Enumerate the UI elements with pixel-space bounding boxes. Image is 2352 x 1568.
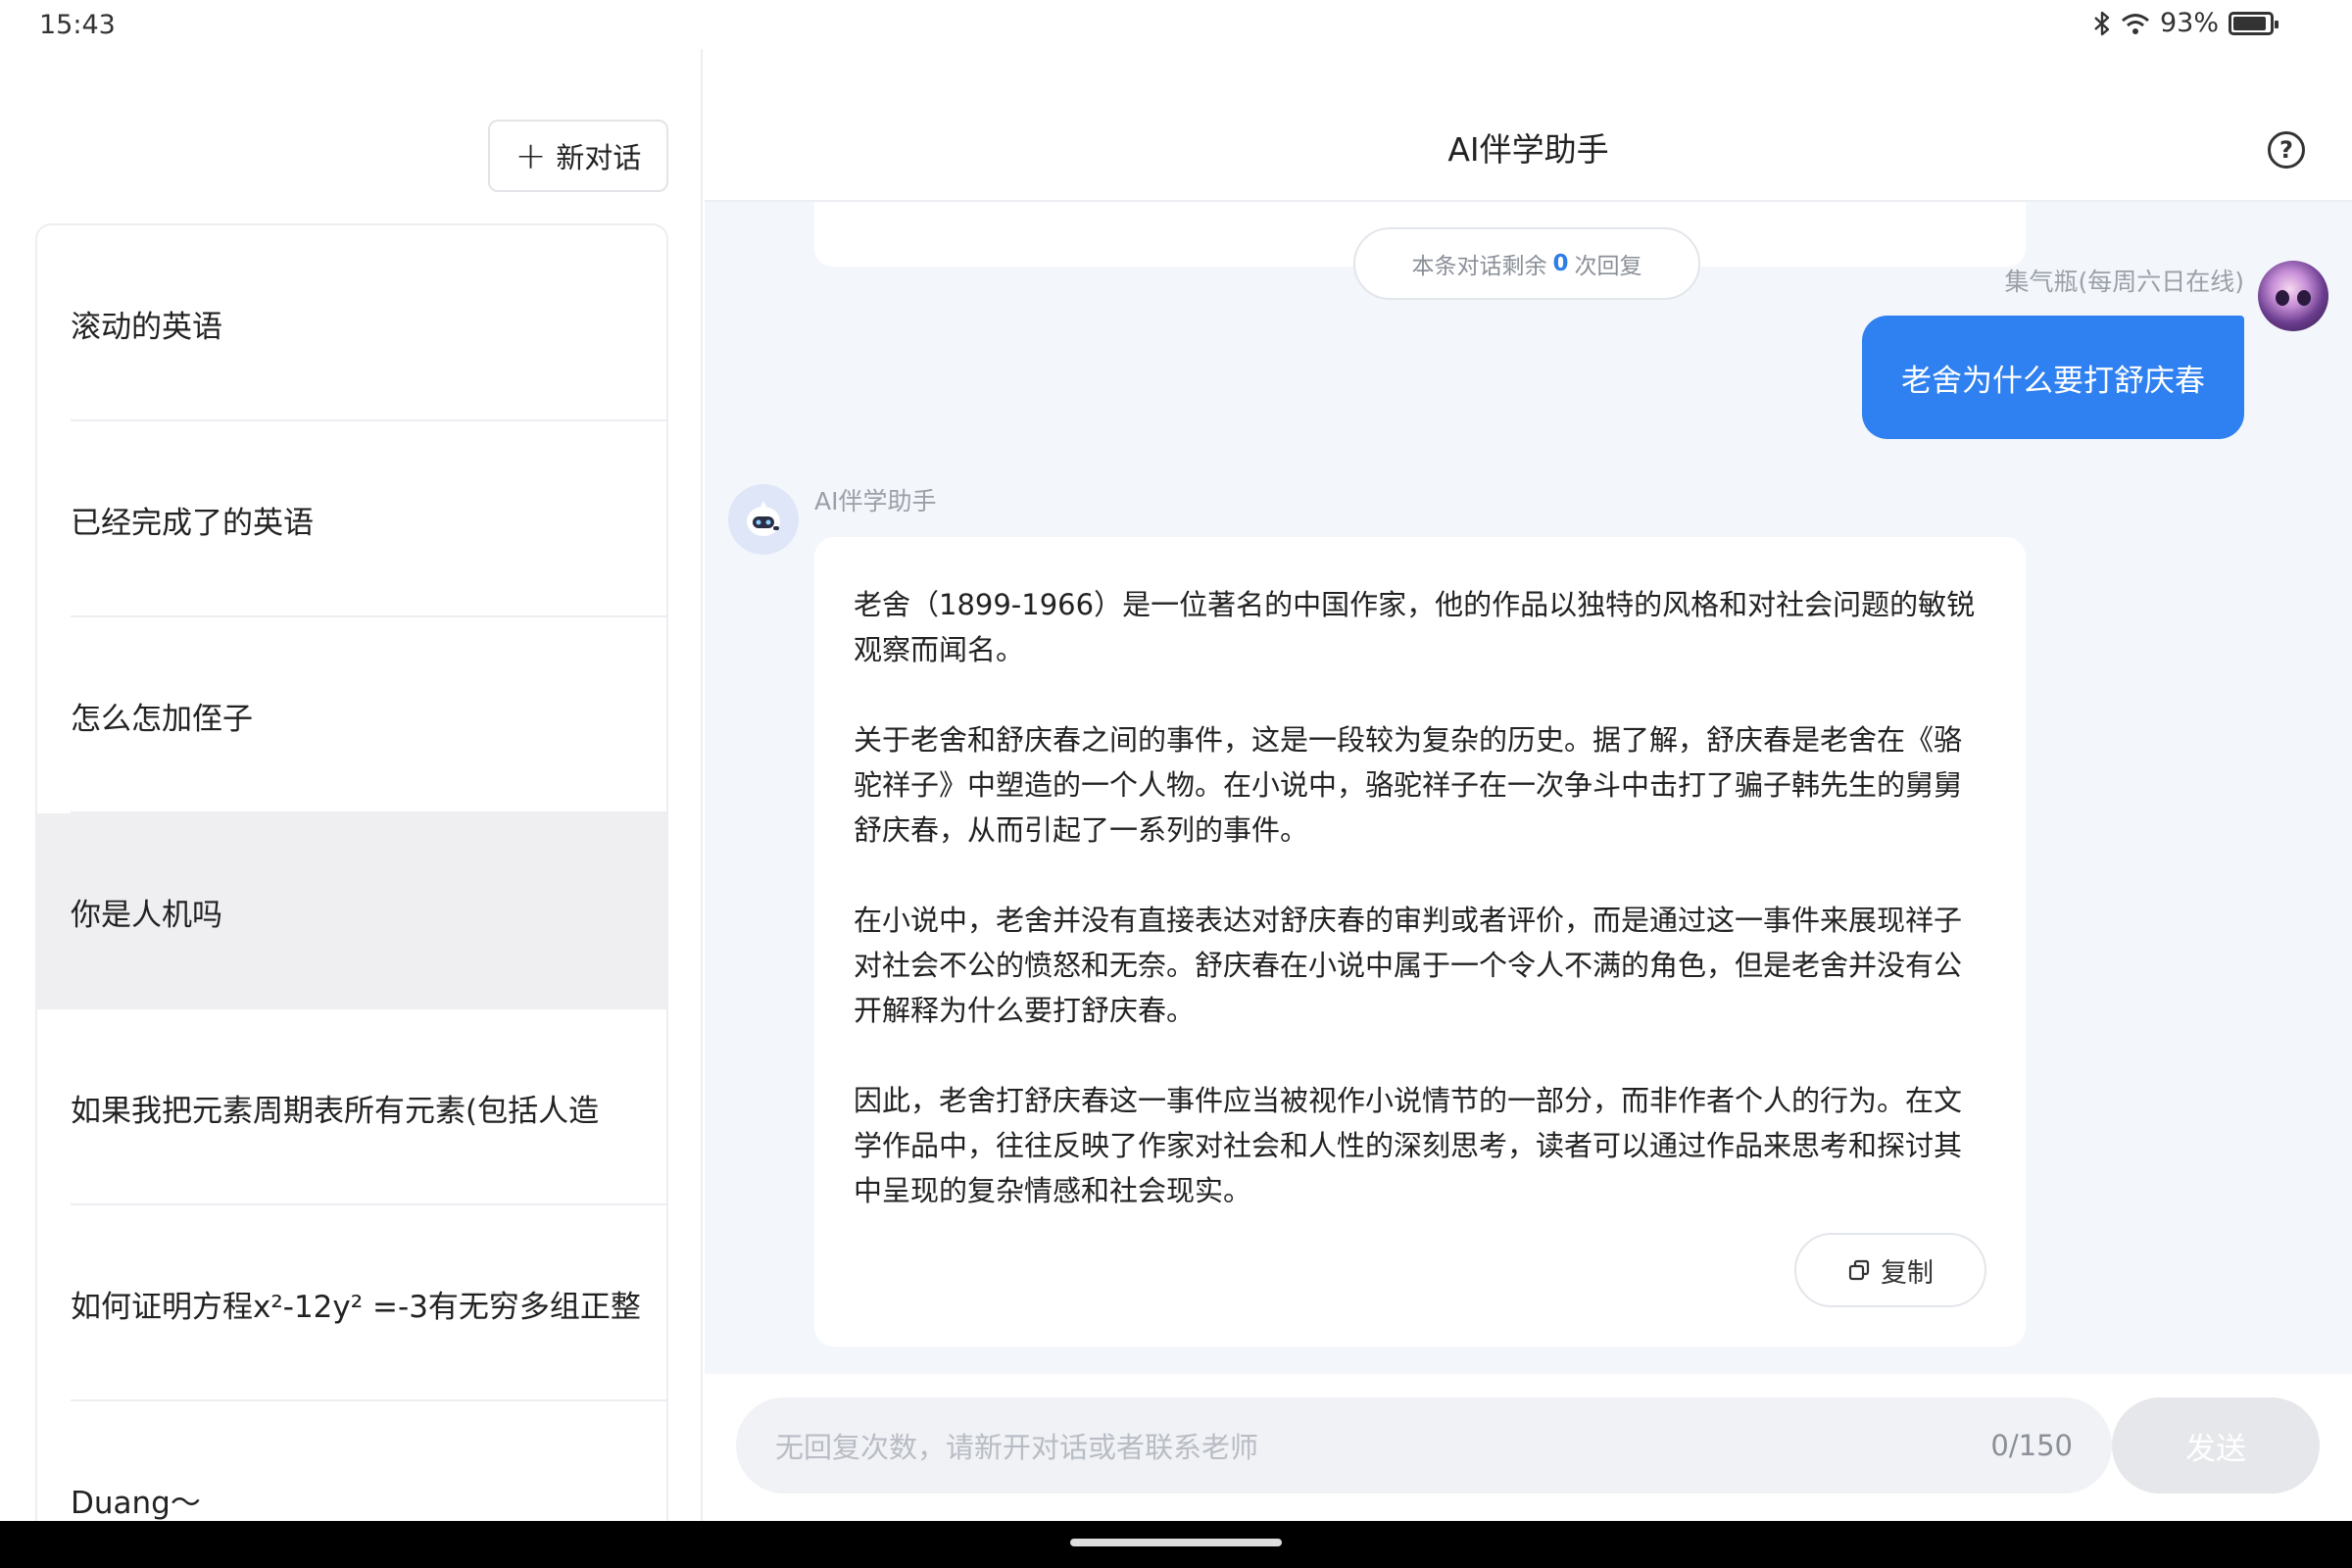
conversation-title: 滚动的英语 (71, 309, 222, 345)
user-name: 集气瓶(每周六日在线) (2004, 268, 2244, 296)
conversation-item[interactable]: 滚动的英语 (37, 225, 666, 421)
new-chat-label: 新对话 (556, 141, 642, 174)
new-chat-button[interactable]: + 新对话 (488, 120, 668, 192)
status-icons: 93% (2093, 8, 2278, 38)
conversation-sidebar: + 新对话 滚动的英语 已经完成了的英语 怎么怎加侄子 你是人机吗 如果我把元素… (0, 49, 703, 1521)
conversation-item[interactable]: 如何证明方程x²-12y² =-3有无穷多组正整 (37, 1205, 666, 1401)
remaining-prefix: 本条对话剩余 (1411, 254, 1547, 279)
battery-percent: 93% (2159, 8, 2219, 38)
status-time: 15:43 (39, 10, 116, 40)
conversation-item[interactable]: Duang～ (37, 1401, 666, 1521)
bot-name: AI伴学助手 (814, 487, 937, 515)
bot-message-paragraph: 因此，老舍打舒庆春这一事件应当被视作小说情节的一部分，而非作者个人的行为。在文学… (854, 1084, 1963, 1207)
send-button[interactable]: 发送 (2112, 1397, 2320, 1494)
conversation-list: 滚动的英语 已经完成了的英语 怎么怎加侄子 你是人机吗 如果我把元素周期表所有元… (35, 223, 668, 1521)
avatar-eye (2297, 290, 2311, 306)
conversation-title: 如果我把元素周期表所有元素(包括人造 (71, 1093, 600, 1129)
bot-message-paragraph: 老舍（1899-1966）是一位著名的中国作家，他的作品以独特的风格和对社会问题… (854, 588, 1976, 666)
conversation-item-active[interactable]: 你是人机吗 (37, 813, 666, 1009)
plus-icon: + (514, 134, 547, 177)
help-icon[interactable]: ? (2268, 131, 2305, 169)
wifi-icon (2122, 13, 2149, 34)
conversation-item[interactable]: 如果我把元素周期表所有元素(包括人造 (37, 1009, 666, 1205)
home-indicator[interactable] (1070, 1539, 1282, 1546)
bluetooth-icon (2094, 11, 2110, 35)
system-nav-bar (0, 1521, 2352, 1568)
conversation-title: Duang～ (71, 1485, 201, 1521)
bot-message-paragraph: 关于老舍和舒庆春之间的事件，这是一段较为复杂的历史。据了解，舒庆春是老舍在《骆驼… (854, 723, 1963, 847)
conversation-title: 怎么怎加侄子 (71, 701, 253, 737)
composer: 无回复次数，请新开对话或者联系老师 0/150 发送 (705, 1374, 2352, 1521)
user-avatar[interactable] (2258, 261, 2328, 331)
bot-message-paragraph: 在小说中，老舍并没有直接表达对舒庆春的审判或者评价，而是通过这一事件来展现祥子对… (854, 904, 1963, 1027)
conversation-title: 你是人机吗 (71, 897, 222, 933)
battery-fill (2233, 16, 2267, 30)
bot-avatar (728, 484, 799, 555)
message-input[interactable]: 无回复次数，请新开对话或者联系老师 0/150 (736, 1397, 2112, 1494)
remaining-count: 0 (1552, 251, 1569, 276)
remaining-suffix: 次回复 (1574, 254, 1642, 279)
bot-message-bubble: 老舍（1899-1966）是一位著名的中国作家，他的作品以独特的风格和对社会问题… (814, 537, 2026, 1347)
copy-button[interactable]: 复制 (1794, 1233, 1986, 1307)
copy-label: 复制 (1881, 1257, 1934, 1289)
char-counter: 0/150 (1990, 1429, 2073, 1462)
copy-icon (1848, 1259, 1870, 1281)
conversation-item[interactable]: 怎么怎加侄子 (37, 617, 666, 813)
conversation-item[interactable]: 已经完成了的英语 (37, 421, 666, 617)
conversation-title: 如何证明方程x²-12y² =-3有无穷多组正整 (71, 1289, 641, 1325)
page-title: AI伴学助手 (1447, 130, 1609, 169)
remaining-replies-badge: 本条对话剩余 0 次回复 (1353, 227, 1700, 300)
avatar-eye (2276, 290, 2289, 306)
status-bar: 15:43 93% (0, 0, 2352, 49)
robot-icon (747, 501, 780, 536)
user-message-bubble: 老舍为什么要打舒庆春 (1862, 316, 2244, 439)
conversation-title: 已经完成了的英语 (71, 505, 314, 541)
battery-icon (2229, 11, 2278, 35)
chat-panel: AI伴学助手 ? 本条对话剩余 0 次回复 集气瓶(每周六日在线) 老舍为什么要… (705, 49, 2352, 1521)
message-input-placeholder: 无回复次数，请新开对话或者联系老师 (775, 1431, 1259, 1464)
chat-header: AI伴学助手 ? (705, 49, 2352, 202)
